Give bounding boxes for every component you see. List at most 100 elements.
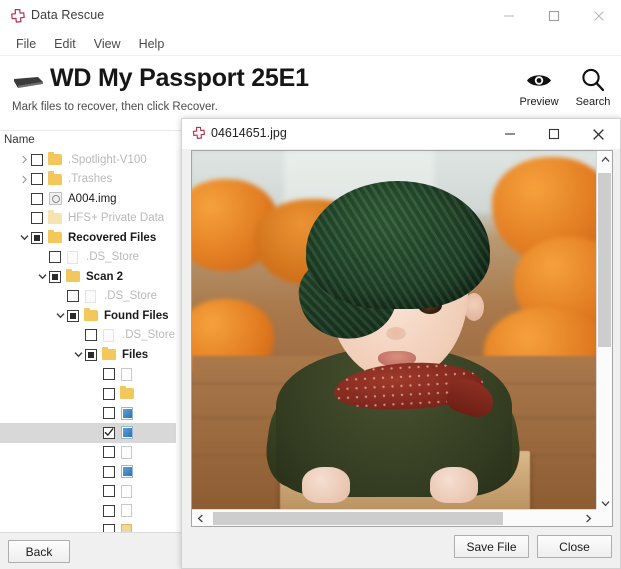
tree-row-checkbox[interactable]	[49, 251, 61, 264]
image-icon	[120, 425, 135, 440]
tree-row-checkbox[interactable]	[103, 387, 115, 400]
doc-icon	[120, 367, 135, 382]
tree-twisty-collapsed-icon[interactable]	[17, 155, 31, 164]
tree-row-label: Recovered Files	[68, 231, 157, 244]
window-controls	[486, 0, 621, 32]
folder-icon	[120, 385, 135, 401]
header-actions: Preview Search	[519, 64, 613, 108]
tree-row-label: .DS_Store	[86, 251, 140, 264]
image-icon	[120, 464, 135, 479]
tree-row-label: Found Files	[104, 309, 169, 322]
tree-row-label: HFS+ Private Data	[68, 212, 165, 225]
tree-row-checkbox[interactable]	[85, 329, 97, 342]
tree-row-label: .Spotlight-V100	[68, 153, 147, 166]
baby-nose	[386, 327, 406, 340]
minimize-icon[interactable]	[486, 0, 531, 32]
tree-row-label: .DS_Store	[104, 290, 158, 303]
image-icon	[120, 406, 135, 421]
dialog-image-viewport	[191, 150, 613, 527]
menu-item-file[interactable]: File	[7, 35, 45, 53]
dialog-window-controls	[488, 119, 620, 149]
baby-hand-right	[430, 467, 478, 503]
preview-image	[192, 151, 597, 511]
tree-row-checkbox[interactable]	[103, 485, 115, 498]
doc-pale-icon	[102, 328, 117, 343]
baby-hand-left	[302, 467, 350, 503]
lock-icon	[120, 523, 135, 532]
folder-icon	[84, 307, 99, 323]
tree-row-checkbox[interactable]	[103, 426, 115, 439]
folder-icon	[66, 268, 81, 284]
app-title: Data Rescue	[31, 8, 105, 22]
tree-row-checkbox[interactable]	[103, 446, 115, 459]
eye-icon	[519, 64, 559, 96]
photo-content	[192, 151, 597, 511]
tree-row-label: Scan 2	[86, 270, 124, 283]
close-button[interactable]: Close	[537, 535, 612, 558]
search-icon	[573, 64, 613, 96]
tree-row-checkbox[interactable]	[103, 504, 115, 517]
tree-twisty-collapsed-icon[interactable]	[17, 175, 31, 184]
dialog-footer: Save File Close	[182, 526, 620, 568]
scrollbar-corner	[596, 509, 612, 526]
scroll-up-arrow-icon[interactable]	[597, 151, 612, 167]
page-title: WD My Passport 25E1	[50, 64, 309, 92]
dialog-minimize-icon[interactable]	[488, 119, 532, 149]
tree-row-checkbox[interactable]	[103, 407, 115, 420]
save-file-button[interactable]: Save File	[454, 535, 529, 558]
tree-row-checkbox[interactable]	[31, 231, 43, 244]
tree-twisty-expanded-icon[interactable]	[53, 312, 67, 319]
preview-button[interactable]: Preview	[519, 64, 559, 108]
dialog-title: 04614651.jpg	[211, 126, 287, 140]
folder-icon	[48, 229, 63, 245]
tree-twisty-expanded-icon[interactable]	[71, 351, 85, 358]
tree-row-checkbox[interactable]	[67, 309, 79, 322]
tree-row-checkbox[interactable]	[103, 368, 115, 381]
doc-icon	[120, 445, 135, 460]
tree-row-checkbox[interactable]	[67, 290, 79, 303]
menu-item-view[interactable]: View	[85, 35, 130, 53]
dialog-close-icon[interactable]	[576, 119, 620, 149]
tree-row-checkbox[interactable]	[31, 192, 43, 205]
disk-icon	[48, 191, 63, 206]
tree-row-label: .DS_Store	[122, 329, 176, 342]
doc-pale-icon	[66, 250, 81, 265]
application-window: Data Rescue File Edit View Help WD My Pa…	[0, 0, 621, 569]
vertical-scroll-thumb[interactable]	[598, 173, 611, 347]
column-header-name: Name	[4, 134, 35, 146]
tree-row-checkbox[interactable]	[31, 173, 43, 186]
folder-icon	[48, 171, 63, 187]
dialog-maximize-icon[interactable]	[532, 119, 576, 149]
search-button[interactable]: Search	[573, 64, 613, 108]
close-icon[interactable]	[576, 0, 621, 32]
tree-row-checkbox[interactable]	[31, 153, 43, 166]
tree-twisty-expanded-icon[interactable]	[17, 234, 31, 241]
folder-icon	[102, 346, 117, 362]
maximize-icon[interactable]	[531, 0, 576, 32]
hard-drive-icon	[12, 75, 46, 93]
image-preview-dialog: 04614651.jpg Save File Close	[181, 118, 621, 569]
doc-pale-icon	[84, 289, 99, 304]
menu-item-help[interactable]: Help	[130, 35, 174, 53]
preview-label: Preview	[519, 96, 559, 108]
image-horizontal-scrollbar[interactable]	[192, 509, 597, 526]
tree-row-checkbox[interactable]	[49, 270, 61, 283]
tree-twisty-expanded-icon[interactable]	[35, 273, 49, 280]
image-vertical-scrollbar[interactable]	[596, 151, 612, 511]
tree-row-checkbox[interactable]	[85, 348, 97, 361]
folder-pale-icon	[48, 210, 63, 226]
tree-row-label: A004.img	[68, 192, 117, 205]
app-logo-cross-icon	[9, 8, 26, 25]
menu-item-edit[interactable]: Edit	[45, 35, 85, 53]
back-button[interactable]: Back	[8, 540, 70, 563]
scroll-right-arrow-icon[interactable]	[580, 510, 597, 526]
tree-row-checkbox[interactable]	[103, 524, 115, 532]
page-subtitle: Mark files to recover, then click Recove…	[12, 101, 218, 113]
tree-row-label: Files	[122, 348, 149, 361]
scroll-left-arrow-icon[interactable]	[192, 510, 209, 526]
doc-icon	[120, 503, 135, 518]
search-label: Search	[575, 96, 611, 108]
tree-row-checkbox[interactable]	[103, 465, 115, 478]
horizontal-scroll-thumb[interactable]	[213, 512, 503, 525]
tree-row-checkbox[interactable]	[31, 212, 43, 225]
